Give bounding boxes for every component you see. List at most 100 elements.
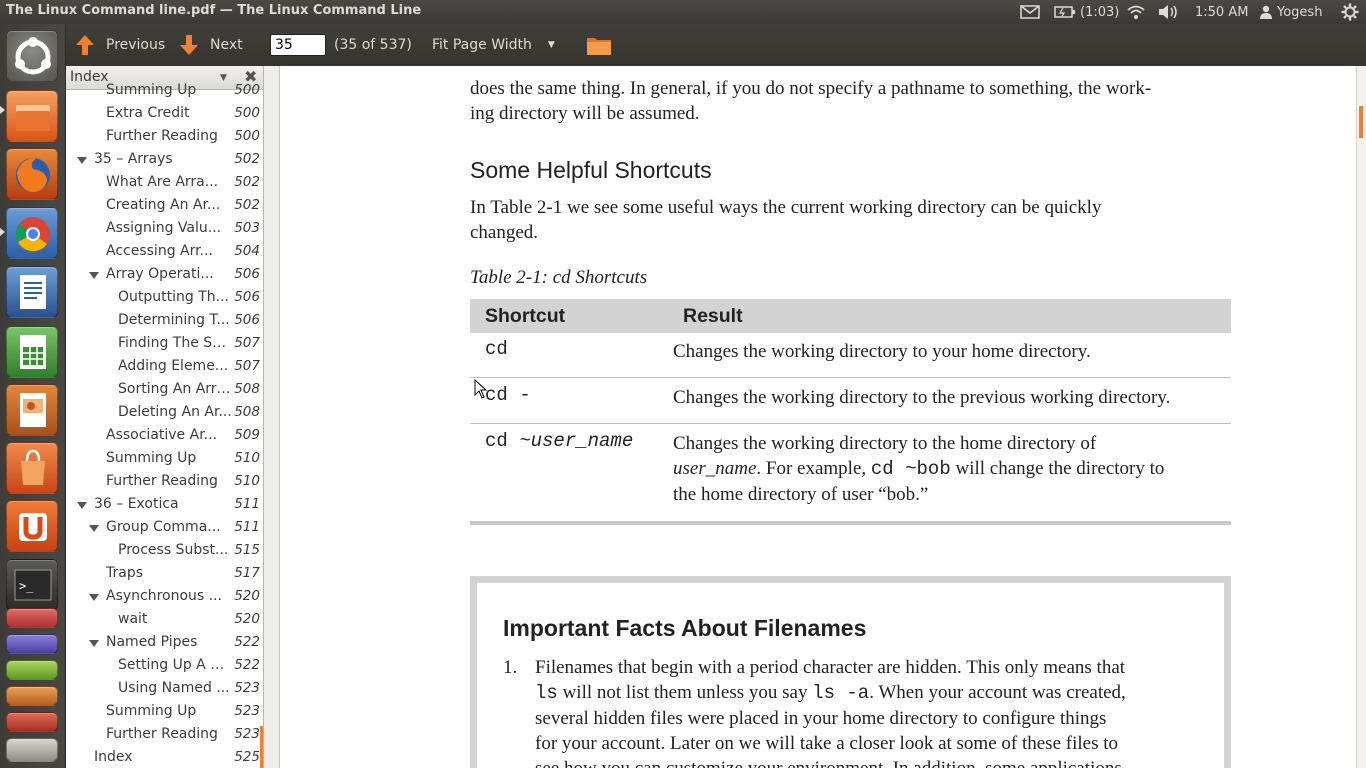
- stacked-app-icon[interactable]: [6, 686, 58, 706]
- zoom-select[interactable]: Fit Page Width ▼: [432, 24, 555, 66]
- list-item-line: for your account. Later on we will take …: [535, 733, 1118, 754]
- index-item-title: Traps: [106, 565, 144, 581]
- index-item[interactable]: Associative Ar... 509: [66, 425, 263, 448]
- index-item[interactable]: Using Named ... 523: [66, 678, 263, 701]
- ubuntu-dash-icon[interactable]: [6, 30, 58, 82]
- inline-code: ls -a: [812, 682, 870, 704]
- index-item-title: Assigning Valu...: [106, 220, 222, 236]
- index-item-page: 523: [234, 680, 260, 696]
- index-item-title: Further Reading: [106, 128, 218, 144]
- stacked-app-icon[interactable]: [6, 608, 58, 628]
- expander-triangle-icon[interactable]: [89, 594, 99, 601]
- index-item[interactable]: Sorting An Array 508: [66, 379, 263, 402]
- index-item[interactable]: 36 – Exotica 511: [66, 494, 263, 517]
- index-item[interactable]: Asynchronous ... 520: [66, 586, 263, 609]
- index-item[interactable]: Deleting An Ar... 508: [66, 402, 263, 425]
- index-item[interactable]: Determining T... 506: [66, 310, 263, 333]
- index-item[interactable]: Summing Up 500: [66, 80, 263, 103]
- index-item-title: Creating An Ar...: [106, 197, 221, 213]
- index-item[interactable]: Finding The Su... 507: [66, 333, 263, 356]
- chrome-icon[interactable]: [6, 207, 58, 259]
- user-menu[interactable]: Yogesh: [1259, 0, 1322, 24]
- index-item[interactable]: wait 520: [66, 609, 263, 632]
- wifi-icon[interactable]: [1126, 0, 1146, 24]
- stacked-app-icon[interactable]: [6, 660, 58, 680]
- document-view[interactable]: does the same thing. In general, if you …: [280, 66, 1366, 768]
- index-item-title: Determining T...: [118, 312, 230, 328]
- index-item[interactable]: Outputting Th... 506: [66, 287, 263, 310]
- index-item[interactable]: Assigning Valu... 503: [66, 218, 263, 241]
- note-box: Important Facts About Filenames 1. Filen…: [470, 576, 1231, 768]
- expander-triangle-icon[interactable]: [77, 502, 87, 509]
- index-item[interactable]: Index 525: [66, 747, 263, 768]
- open-folder-button[interactable]: [586, 24, 612, 66]
- user-name: Yogesh: [1277, 4, 1323, 20]
- table-cell-shortcut: cd -: [485, 384, 531, 406]
- table-cell-result: Changes the working directory to your ho…: [673, 341, 1091, 362]
- svg-text:>_: >_: [19, 579, 34, 593]
- firefox-icon[interactable]: [6, 148, 58, 200]
- index-item[interactable]: Further Reading 523: [66, 724, 263, 747]
- next-page-button[interactable]: Next: [178, 24, 243, 66]
- table-header: Shortcut Result: [470, 299, 1231, 333]
- index-item[interactable]: Process Subst... 515: [66, 540, 263, 563]
- sidebar-scrollbar[interactable]: [260, 66, 280, 768]
- index-item[interactable]: Further Reading 510: [66, 471, 263, 494]
- stacked-app-icon[interactable]: [6, 712, 58, 732]
- files-icon[interactable]: [6, 90, 58, 142]
- index-item-page: 510: [234, 450, 260, 466]
- index-item-title: Process Subst...: [118, 542, 229, 558]
- index-item-title: Finding The Su...: [118, 335, 232, 351]
- battery-indicator[interactable]: (1:03): [1054, 0, 1119, 24]
- index-item[interactable]: Named Pipes 522: [66, 632, 263, 655]
- page-count: (35 of 537): [334, 37, 412, 53]
- mail-icon[interactable]: [1020, 0, 1040, 24]
- settings-gear-icon[interactable]: [1341, 0, 1359, 24]
- trash-icon[interactable]: [6, 738, 58, 762]
- stacked-app-icon[interactable]: [6, 634, 58, 654]
- index-item[interactable]: Accessing Arr... 504: [66, 241, 263, 264]
- libreoffice-impress-icon[interactable]: [6, 384, 58, 436]
- libreoffice-writer-icon[interactable]: [6, 266, 58, 318]
- index-item[interactable]: Adding Eleme... 507: [66, 356, 263, 379]
- launcher: >_: [0, 24, 66, 768]
- index-item[interactable]: 35 – Arrays 502: [66, 149, 263, 172]
- index-item-title: Summing Up: [106, 703, 197, 719]
- index-item[interactable]: Traps 517: [66, 563, 263, 586]
- clock-time: 1:50 AM: [1195, 4, 1249, 20]
- table-bottom-rule: [470, 521, 1231, 525]
- clock[interactable]: 1:50 AM: [1195, 0, 1248, 24]
- index-item[interactable]: Further Reading 500: [66, 126, 263, 149]
- list-item-line: Filenames that begin with a period chara…: [535, 657, 1126, 678]
- expander-triangle-icon[interactable]: [77, 157, 87, 164]
- expander-triangle-icon[interactable]: [89, 272, 99, 279]
- ubuntu-one-icon[interactable]: [6, 500, 58, 552]
- index-item-page: 510: [234, 473, 260, 489]
- index-item-title: Accessing Arr...: [106, 243, 213, 259]
- index-item[interactable]: Group Comma... 511: [66, 517, 263, 540]
- index-item[interactable]: Creating An Ar... 502: [66, 195, 263, 218]
- table-cell-result: Changes the working directory to the pre…: [673, 387, 1171, 408]
- index-item[interactable]: Extra Credit 500: [66, 103, 263, 126]
- index-item[interactable]: What Are Arra... 502: [66, 172, 263, 195]
- page-number-input[interactable]: [270, 34, 326, 56]
- expander-triangle-icon[interactable]: [89, 640, 99, 647]
- terminal-icon[interactable]: >_: [6, 559, 58, 611]
- software-center-icon[interactable]: [6, 442, 58, 494]
- index-item-title: Group Comma...: [106, 519, 221, 535]
- index-item-page: 506: [234, 266, 260, 282]
- index-item-page: 500: [234, 128, 260, 144]
- index-item[interactable]: Array Operati... 506: [66, 264, 263, 287]
- index-item-page: 523: [234, 703, 260, 719]
- previous-label: Previous: [106, 37, 166, 53]
- index-item-page: 523: [234, 726, 260, 742]
- volume-icon[interactable]: [1157, 0, 1179, 24]
- index-item[interactable]: Setting Up A N... 522: [66, 655, 263, 678]
- libreoffice-calc-icon[interactable]: [6, 326, 58, 378]
- scroll-thumb[interactable]: [1359, 106, 1363, 138]
- index-item[interactable]: Summing Up 523: [66, 701, 263, 724]
- previous-page-button[interactable]: Previous: [74, 24, 165, 66]
- document-scrollbar[interactable]: [1356, 66, 1366, 768]
- expander-triangle-icon[interactable]: [89, 525, 99, 532]
- index-item[interactable]: Summing Up 510: [66, 448, 263, 471]
